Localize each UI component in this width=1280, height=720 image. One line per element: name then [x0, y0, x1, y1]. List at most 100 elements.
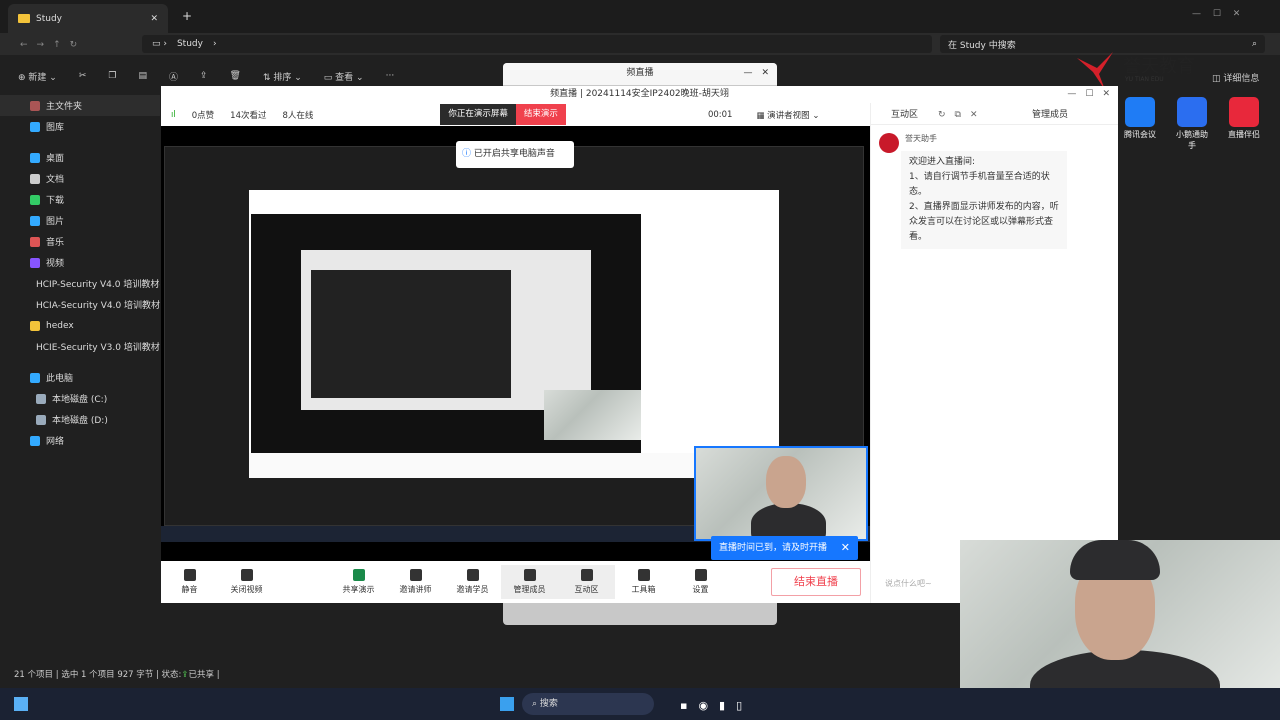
widgets-icon[interactable] — [14, 697, 28, 711]
copy-icon[interactable]: ❐ — [108, 71, 116, 81]
minimize-button[interactable]: — ☐ ✕ — [1192, 6, 1240, 19]
desktop-icon[interactable]: 直播伴侣 — [1226, 97, 1262, 151]
tab-title: Study — [36, 13, 62, 24]
share-screen-icon — [352, 569, 365, 581]
toolbox-icon — [637, 569, 650, 581]
stop-presenting-button[interactable]: 结束演示 — [515, 104, 566, 125]
delete-icon[interactable]: 🗑 — [230, 71, 241, 81]
tab-members[interactable]: 管理成员 — [1032, 107, 1068, 120]
sidebar-item[interactable]: 本地磁盘 (D:) — [0, 409, 160, 430]
desktop-icon[interactable]: 腾讯会议 — [1122, 97, 1158, 151]
live-topbar: ıl 0点赞 14次看过 8人在线 你正在演示屏幕 结束演示 00:01 ▦ 演… — [161, 103, 870, 126]
toolbar-button[interactable]: 工具箱 — [615, 565, 672, 599]
close-popup-icon[interactable]: ✕ — [841, 536, 850, 560]
folder-icon — [30, 320, 40, 331]
view-mode-select[interactable]: ▦ 演讲者视图 ⌄ — [756, 109, 819, 121]
cut-icon[interactable]: ✂ — [79, 71, 87, 81]
live-toolbar: 静音 关闭视频 共享演示 邀请讲师 邀请学员 管理成员 互动区 工具箱 设置 — [161, 561, 870, 603]
folder-icon — [36, 414, 46, 425]
search-icon: ⌕ — [1251, 39, 1257, 49]
folder-icon — [30, 194, 40, 205]
toolbar-button[interactable]: 关闭视频 — [218, 565, 275, 599]
folder-icon — [30, 435, 40, 446]
taskbar-search[interactable]: ⌕ 搜索 — [522, 693, 654, 715]
window-controls[interactable]: — ☐ ✕ — [1067, 86, 1110, 103]
sidebar-item[interactable]: 图库 — [0, 116, 160, 137]
sidebar-item-label: 主文件夹 — [46, 102, 83, 112]
lecturer-camera-preview[interactable] — [694, 446, 868, 543]
sidebar-item-label: 音乐 — [46, 238, 65, 248]
window-title: 频直播 | 20241114安全IP2402晚班-胡天翊 — ☐ ✕ — [161, 86, 1118, 103]
sort-button[interactable]: ⇅ 排序 ⌄ — [263, 70, 302, 83]
folder-icon — [30, 100, 40, 111]
nav-buttons[interactable]: ← → ↑ ↻ — [20, 37, 77, 50]
toolbar-button[interactable]: 管理成员 — [501, 565, 558, 599]
sidebar-item-label: 图片 — [46, 217, 65, 227]
rename-icon[interactable]: Ⓐ — [169, 70, 178, 83]
app-icon — [1229, 97, 1259, 127]
search-placeholder: 在 Study 中搜索 — [948, 40, 1016, 51]
start-icon[interactable] — [500, 697, 514, 711]
signal-icon: ıl — [171, 109, 176, 120]
sidebar-item[interactable]: 音乐 — [0, 231, 160, 252]
invite-lecturer-icon — [409, 569, 422, 581]
toolbar-button[interactable]: 共享演示 — [330, 565, 387, 599]
sidebar-item[interactable]: 文档 — [0, 168, 160, 189]
folder-icon — [30, 152, 40, 163]
sidebar-item[interactable]: 网络 — [0, 430, 160, 451]
folder-icon — [30, 121, 40, 132]
paste-icon[interactable]: ▤ — [138, 71, 147, 81]
sidebar-item[interactable]: 视频 — [0, 252, 160, 273]
sidebar-item[interactable]: 本地磁盘 (C:) — [0, 388, 160, 409]
desktop-icon[interactable]: 小鹅通助手 — [1174, 97, 1210, 151]
new-button[interactable]: ⊕ 新建 ⌄ — [18, 70, 57, 83]
sidebar-item[interactable]: hedex — [0, 315, 160, 336]
taskbar-apps[interactable]: ▪ ◉ ▮ ▯ — [680, 697, 742, 713]
presenting-label: 你正在演示屏幕 — [440, 104, 516, 125]
computer-icon: ▭ › — [152, 39, 167, 49]
close-icon: — ✕ — [743, 68, 769, 78]
folder-icon — [30, 372, 40, 383]
app-icon — [1125, 97, 1155, 127]
toolbar-button[interactable]: 互动区 — [558, 565, 615, 599]
sidebar-item[interactable]: 此电脑 — [0, 367, 160, 388]
toolbar-button[interactable]: 设置 — [672, 565, 729, 599]
taskbar: ⌕ 搜索 ▪ ◉ ▮ ▯ — [0, 688, 1280, 720]
assistant-avatar — [879, 133, 899, 153]
path-segment[interactable]: Study — [177, 39, 203, 49]
share-icon[interactable]: ⇪ — [200, 71, 208, 81]
sidebar-item[interactable]: HCIP-Security V4.0 培训教材-PP — [0, 273, 160, 294]
sidebar-item[interactable]: 图片 — [0, 210, 160, 231]
details-button[interactable]: ◫ 详细信息 — [1212, 71, 1259, 84]
tab-interact[interactable]: 互动区 — [891, 107, 918, 120]
sidebar-item[interactable]: 主文件夹 — [0, 95, 160, 116]
logo-mark-icon — [1077, 52, 1113, 90]
explorer-tab[interactable]: Study ✕ — [8, 4, 168, 33]
members-icon — [523, 569, 536, 581]
view-button[interactable]: ▭ 查看 ⌄ — [324, 70, 364, 83]
mic-icon — [183, 569, 196, 581]
invite-student-icon — [466, 569, 479, 581]
toolbar-button[interactable]: 邀请讲师 — [387, 565, 444, 599]
address-bar[interactable]: ▭ › Study › — [142, 35, 932, 53]
live-time-popup: 直播时间已到，请及时开播 ✕ — [711, 536, 858, 560]
new-tab-button[interactable]: + — [182, 9, 192, 23]
app-icon — [1177, 97, 1207, 127]
toolbar-button[interactable]: 静音 — [161, 565, 218, 599]
sidebar-item-label: 桌面 — [46, 154, 65, 164]
sidebar-item-label: 此电脑 — [46, 374, 74, 384]
panel-controls[interactable]: ↻ ⧉ ✕ — [938, 107, 978, 120]
sidebar-item[interactable]: HCIE-Security V3.0 培训教材-PP — [0, 336, 160, 357]
more-button[interactable]: ··· — [386, 71, 395, 81]
sidebar-item[interactable]: HCIA-Security V4.0 培训教材 PP — [0, 294, 160, 315]
close-tab-icon[interactable]: ✕ — [150, 14, 158, 24]
sidebar-item[interactable]: 桌面 — [0, 147, 160, 168]
sidebar-item[interactable]: 下载 — [0, 189, 160, 210]
end-live-button[interactable]: 结束直播 — [771, 568, 861, 596]
explorer-tab-bar: Study ✕ + — ☐ ✕ — [0, 0, 1280, 33]
folder-icon — [18, 14, 30, 23]
toolbar-button[interactable]: 邀请学员 — [444, 565, 501, 599]
chat-input[interactable]: 说点什么吧~ — [885, 578, 932, 589]
interaction-panel: 互动区 ↻ ⧉ ✕ 管理成员 誉天助手 欢迎进入直播间: 1、请自行调节手机音量至… — [870, 103, 1118, 603]
logo: 誉天教育 YU TIAN EDU — [1075, 50, 1210, 90]
